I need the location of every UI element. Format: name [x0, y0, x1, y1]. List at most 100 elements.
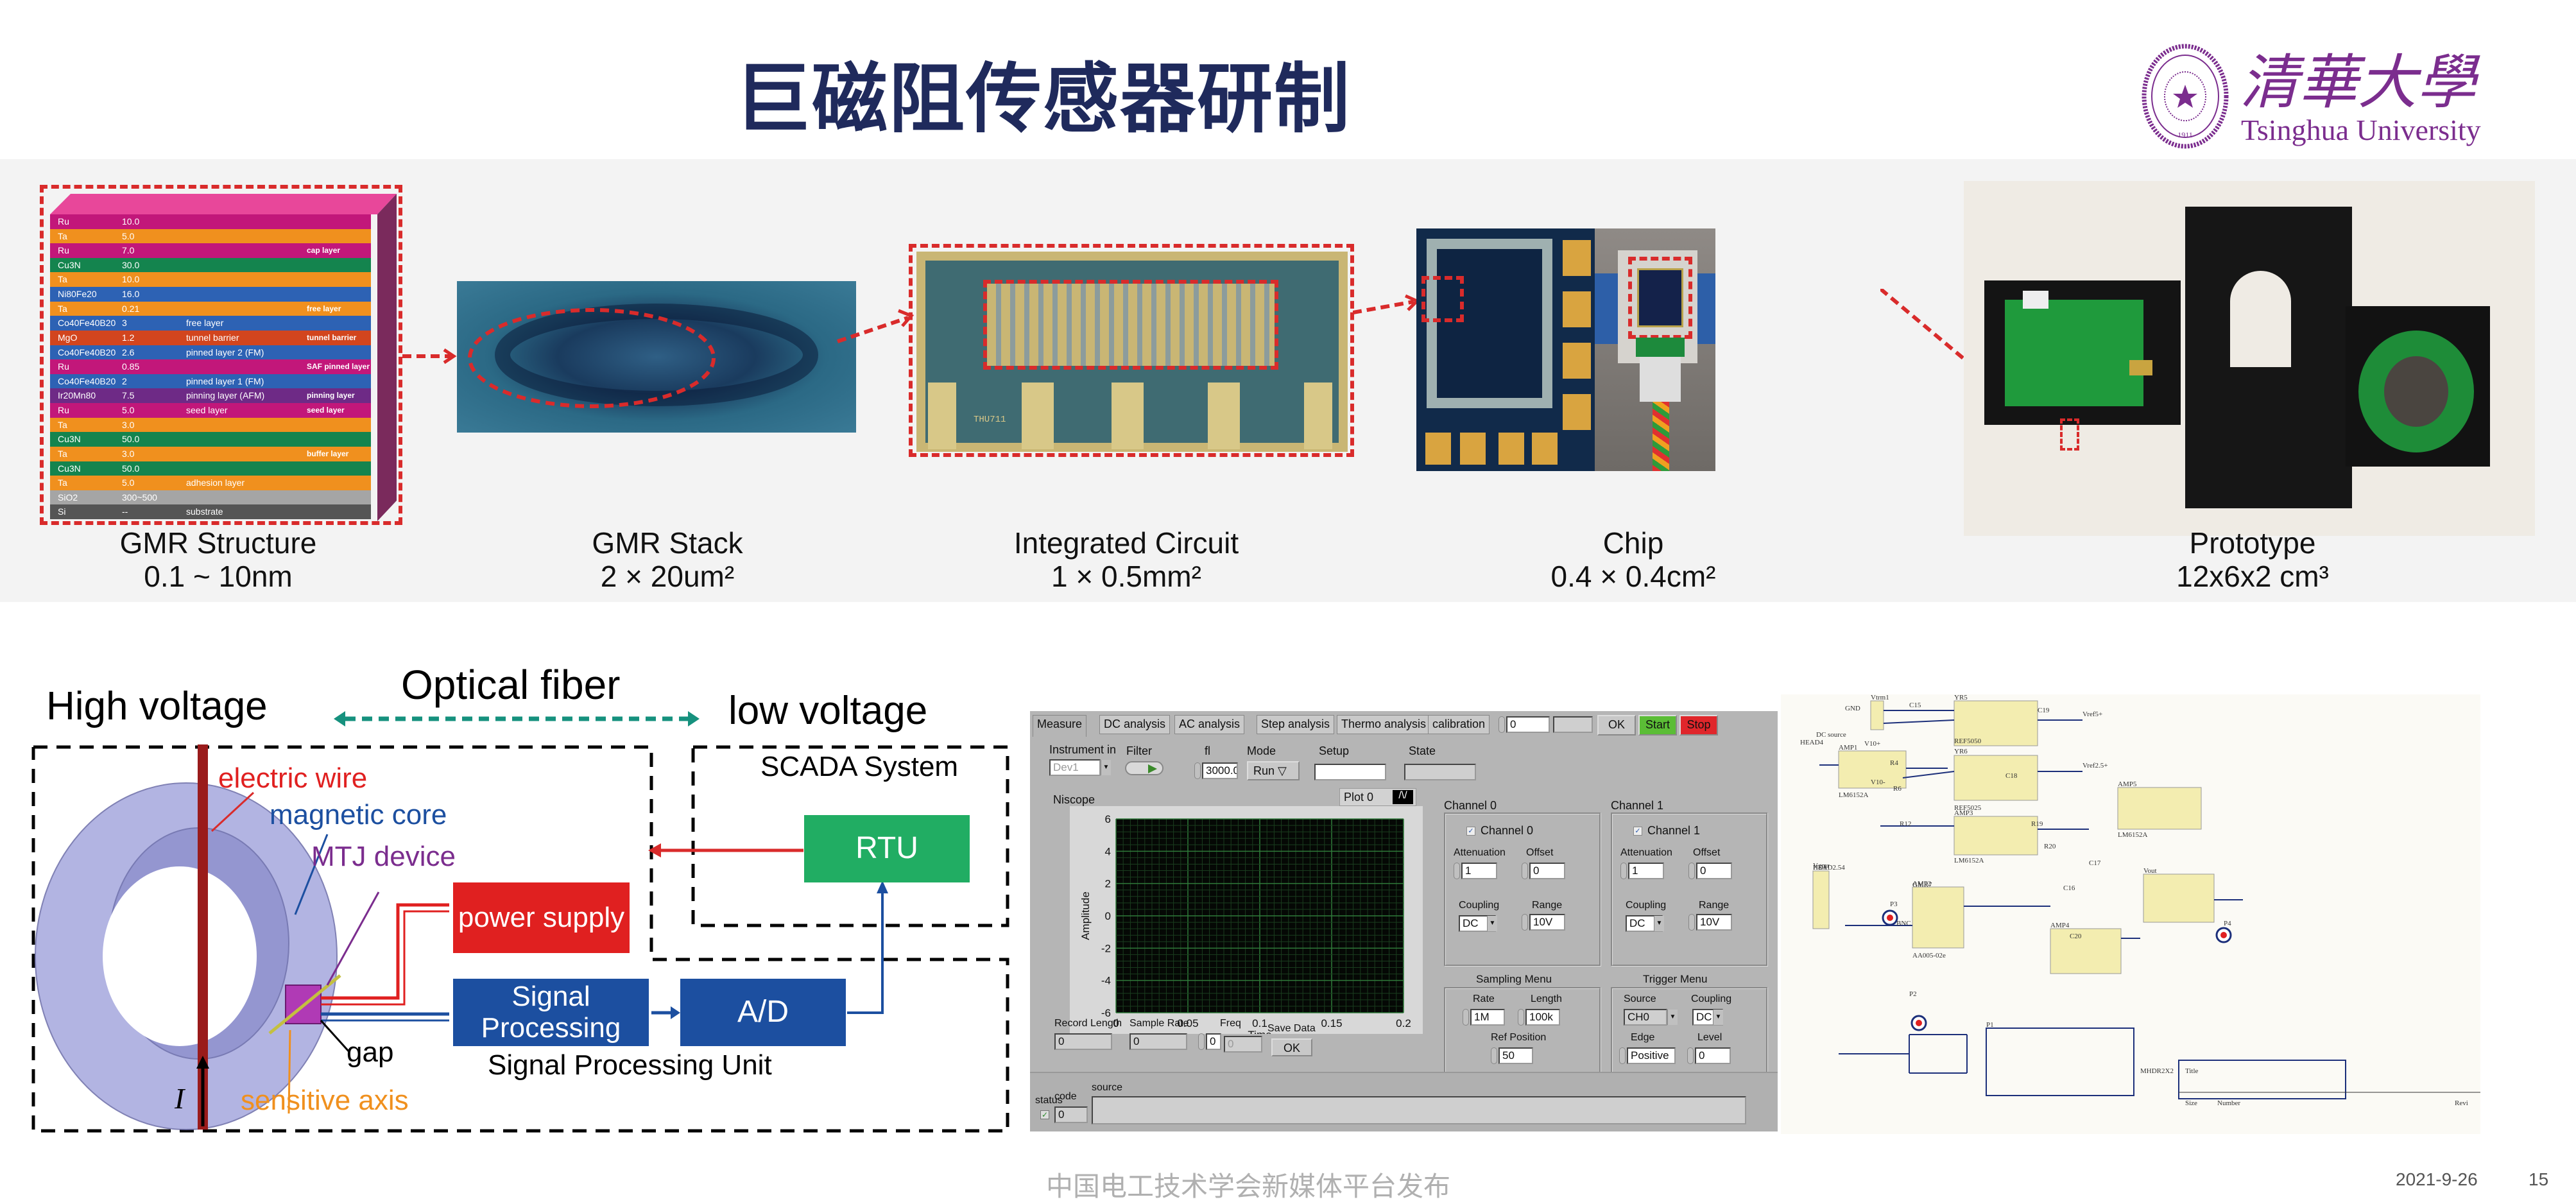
tab-step-analysis[interactable]: Step analysis	[1257, 715, 1335, 734]
bond-pad	[1498, 433, 1524, 465]
layer-group-label: cap layer	[307, 246, 341, 255]
layer-description: pinning layer (AFM)	[186, 390, 265, 401]
layer-thickness: 0.21	[122, 303, 140, 314]
channel1-offset[interactable]: 0	[1696, 863, 1732, 879]
chevron-down-icon[interactable]: ▼	[1713, 1010, 1723, 1025]
fl-field[interactable]: 3000.0	[1202, 762, 1238, 779]
layer-thickness: 5.0	[122, 477, 135, 488]
stage-size: 2 × 20um²	[600, 560, 735, 593]
offset-spinner[interactable]	[1688, 863, 1695, 879]
title-block-revision: Revi	[2455, 1099, 2468, 1107]
channel0-checkbox[interactable]: ✓	[1466, 827, 1475, 836]
ic-marking: THU711	[974, 415, 1006, 425]
trigger-source-select[interactable]: CH0	[1624, 1009, 1667, 1026]
instrument-select[interactable]: Dev1	[1049, 759, 1101, 776]
schematic-label: C16	[2063, 884, 2075, 892]
channel0-range[interactable]: 10V	[1529, 914, 1565, 931]
chevron-down-icon[interactable]: ▼	[1654, 916, 1664, 931]
start-button[interactable]: Start	[1638, 715, 1677, 735]
tab-ac-analysis[interactable]: AC analysis	[1174, 715, 1245, 734]
range-label: Range	[1532, 900, 1563, 911]
tab-numeric-field[interactable]: 0	[1506, 716, 1550, 733]
offset-spinner[interactable]	[1522, 863, 1528, 879]
setup-field[interactable]	[1314, 764, 1386, 780]
schematic-label: R12	[1900, 820, 1911, 828]
ic-pad	[1208, 383, 1240, 449]
trigger-edge-field[interactable]: Positive	[1627, 1047, 1676, 1064]
source-text-label: source	[1092, 1082, 1123, 1093]
edge-spinner[interactable]	[1619, 1047, 1626, 1064]
channel1-title: Channel 1	[1611, 799, 1664, 812]
layer-thickness: 30.0	[122, 259, 140, 270]
channel1-attenuation[interactable]: 1	[1628, 863, 1664, 879]
tab-dc-analysis[interactable]: DC analysis	[1099, 715, 1171, 734]
ref-position-field[interactable]: 50	[1498, 1047, 1533, 1064]
gap-label: gap	[347, 1036, 394, 1068]
schematic-label: HD1	[1813, 864, 1826, 872]
layer-thickness: 2.6	[122, 347, 135, 357]
attenuation-spinner[interactable]	[1454, 863, 1460, 879]
mode-select[interactable]: Run ▽	[1247, 761, 1300, 780]
bond-pad	[1563, 240, 1591, 276]
layer-material: Ta	[58, 230, 67, 241]
rate-spinner[interactable]	[1463, 1009, 1469, 1026]
ic-symbol	[1812, 870, 1830, 929]
power-supply-block: power supply	[453, 882, 630, 953]
filter-label: Filter	[1126, 744, 1152, 757]
save-data-button[interactable]: OK	[1271, 1038, 1312, 1056]
stage-title: Chip	[1602, 526, 1664, 560]
bond-pad	[1563, 291, 1591, 327]
freq-control[interactable]: 0	[1206, 1033, 1221, 1050]
bond-pad	[1563, 394, 1591, 430]
schematic-label: DC source	[1816, 731, 1846, 739]
freq-spinner[interactable]	[1198, 1033, 1205, 1050]
channel1-checkbox[interactable]: ✓	[1633, 827, 1642, 836]
channel0-attenuation[interactable]: 1	[1461, 863, 1497, 879]
schematic-label: R4	[1890, 759, 1898, 767]
ref-spinner[interactable]	[1491, 1047, 1497, 1064]
schematic-label: P3	[1890, 900, 1898, 908]
tab-thermo-analysis[interactable]: Thermo analysis	[1337, 715, 1431, 734]
sampling-length-field[interactable]: 100k	[1525, 1009, 1560, 1026]
ok-button[interactable]: OK	[1597, 715, 1636, 735]
source-field	[1092, 1096, 1746, 1124]
tab-measure[interactable]: Measure	[1033, 715, 1087, 737]
filter-toggle[interactable]	[1125, 761, 1163, 775]
attenuation-label: Attenuation	[1620, 847, 1672, 858]
fl-spinner[interactable]	[1194, 762, 1201, 779]
scope-graph-frame: 6420-2-4-600.050.10.150.2AmplitudeTime	[1070, 806, 1423, 1041]
coupling-label: Coupling	[1626, 900, 1667, 911]
stop-button[interactable]: Stop	[1679, 715, 1718, 735]
state-label: State	[1409, 744, 1436, 757]
channel1-check-label: Channel 1	[1647, 824, 1701, 837]
source-label: Source	[1624, 993, 1656, 1004]
channel0-offset[interactable]: 0	[1529, 863, 1565, 879]
channel1-range[interactable]: 10V	[1696, 914, 1732, 931]
trigger-level-field[interactable]: 0	[1695, 1047, 1731, 1064]
state-indicator	[1404, 764, 1476, 780]
layer-material: Cu3N	[58, 434, 81, 445]
chevron-down-icon[interactable]: ▼	[1101, 760, 1111, 775]
schematic-label: C19	[2038, 707, 2050, 714]
tab-calibration[interactable]: calibration	[1428, 715, 1490, 734]
schematic-label: P1	[1986, 1021, 1994, 1029]
sampling-rate-field[interactable]: 1M	[1470, 1009, 1505, 1026]
chevron-down-icon[interactable]: ▼	[1667, 1010, 1678, 1025]
schematic-label: YR5	[1954, 694, 1968, 701]
stack-layer: Ta 5.0 adhesion layer	[50, 476, 371, 490]
tab-numeric-spinner[interactable]	[1498, 716, 1505, 733]
attenuation-spinner[interactable]	[1620, 863, 1627, 879]
range-spinner[interactable]	[1522, 914, 1528, 931]
layer-material: Cu3N	[58, 463, 81, 474]
length-label: Length	[1531, 993, 1562, 1004]
chevron-down-icon[interactable]: ▼	[1487, 916, 1497, 931]
level-spinner[interactable]	[1687, 1047, 1694, 1064]
channel0-title: Channel 0	[1444, 799, 1497, 812]
plot-legend: Plot 0 /\/	[1339, 788, 1416, 806]
stage-caption: GMR Structure 0.1 ~ 10nm	[58, 526, 379, 593]
slide-date: 2021-9-26	[2396, 1169, 2478, 1189]
range-spinner[interactable]	[1688, 914, 1695, 931]
slide-title: 巨磁阻传感器研制	[735, 55, 1352, 143]
length-spinner[interactable]	[1518, 1009, 1524, 1026]
schematic-label: BNC	[1896, 920, 1911, 927]
